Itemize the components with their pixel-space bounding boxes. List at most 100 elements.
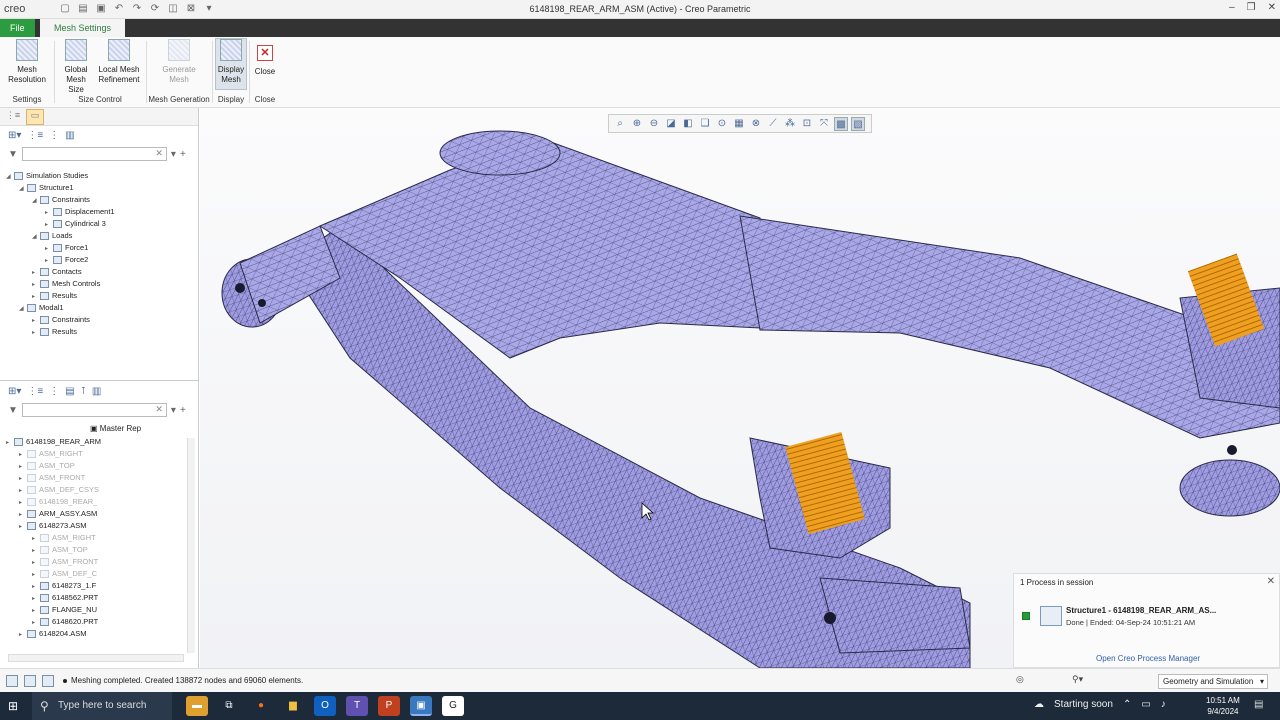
generate-mesh-button[interactable]: Generate Mesh (156, 39, 202, 85)
tree-item[interactable]: ▸ ARM_ASSY.ASM (19, 508, 97, 520)
regenerate-status-icon[interactable]: ◎ (1016, 674, 1024, 685)
expand-icon[interactable]: ◢ (6, 171, 14, 183)
repaint-icon[interactable]: ◪ (664, 117, 678, 131)
open-process-manager-link[interactable]: Open Creo Process Manager (1096, 654, 1200, 663)
tree-item[interactable]: ▸ ASM_DEF_C (32, 568, 97, 580)
columns-icon[interactable]: ▥ (65, 130, 74, 141)
planes-icon[interactable]: ⟋ (766, 117, 780, 131)
tree-item[interactable]: ▸ 6148273.ASM (19, 520, 87, 532)
show-icon[interactable]: ⋮ (49, 130, 59, 141)
close-button[interactable]: ✕ Close (252, 39, 278, 77)
toggle-navigator-icon[interactable] (6, 675, 18, 687)
browser-icon[interactable] (24, 675, 36, 687)
collapse-icon[interactable]: ▸ (19, 521, 27, 533)
zoom-in-icon[interactable]: ⊕ (630, 117, 644, 131)
axes-icon[interactable]: ⁂ (783, 117, 797, 131)
tab-model-tree-icon[interactable]: ⋮≡ (4, 110, 22, 126)
tree-item[interactable]: ▸ 6148204.ASM (19, 628, 87, 640)
firefox-icon[interactable]: ● (250, 696, 272, 716)
tree-item[interactable]: ▸ 6148273_1.F (32, 580, 96, 592)
saved-orientations-icon[interactable]: ❏ (698, 117, 712, 131)
tree-item[interactable]: ▸ Mesh Controls (32, 278, 100, 290)
show-icon[interactable]: ⋮ (49, 386, 59, 397)
tree-item[interactable]: ◢ Constraints (32, 194, 90, 206)
taskbar-clock[interactable]: 10:51 AM 9/4/2024 (1206, 695, 1240, 717)
volume-icon[interactable]: ♪ (1161, 699, 1166, 710)
tree-item[interactable]: ▸ Results (32, 290, 77, 302)
network-icon[interactable]: ▭ (1141, 699, 1150, 710)
tree-settings-icon[interactable]: ⋮≡ (27, 386, 43, 397)
tree-item[interactable]: ▸ FLANGE_NU (32, 604, 97, 616)
dropdown-icon[interactable]: ▾ (171, 149, 176, 160)
expand-icon[interactable]: ◢ (19, 183, 27, 195)
tree-item[interactable]: ▸ 6148562.PRT (32, 592, 98, 604)
model-tree-horizontal-scrollbar[interactable] (8, 654, 184, 662)
add-icon[interactable]: + (180, 405, 186, 416)
csys-icon[interactable]: ⤧ (817, 117, 831, 131)
tree-item[interactable]: ▸ ASM_RIGHT (19, 448, 83, 460)
taskbar-search-input[interactable]: ⚲ Type here to search (32, 692, 172, 720)
work-app-icon[interactable]: ▬ (186, 696, 208, 716)
sim-tree-icon[interactable]: ⊞▾ (8, 130, 21, 141)
model-tree-search-input[interactable]: ✕ (21, 403, 167, 417)
refit-icon[interactable]: ⌕ (613, 117, 627, 131)
tree-item[interactable]: ▸ ASM_TOP (32, 544, 88, 556)
weather-text[interactable]: Starting soon (1054, 699, 1113, 710)
datum-display-icon[interactable]: ⊗ (749, 117, 763, 131)
collapse-icon[interactable]: ▸ (32, 327, 40, 339)
tree-item[interactable]: ▸ Results (32, 326, 77, 338)
tree-item[interactable]: ▸ ASM_RIGHT (32, 532, 96, 544)
outlook-icon[interactable]: O (314, 696, 336, 716)
add-icon[interactable]: + (180, 149, 186, 160)
tree-item[interactable]: ▸ ASM_FRONT (19, 472, 85, 484)
selection-filter-icon[interactable]: ⚲▾ (1072, 674, 1083, 685)
tree-item[interactable]: ▸ ASM_TOP (19, 460, 75, 472)
expand-icon[interactable]: ◢ (19, 303, 27, 315)
view-manager-icon[interactable]: ⊙ (715, 117, 729, 131)
collapse-icon[interactable]: ▸ (19, 629, 27, 641)
tree-item[interactable]: ▸ Force1 (45, 242, 88, 254)
restore-icon[interactable]: ❐ (1247, 2, 1256, 13)
local-mesh-refinement-button[interactable]: Local Mesh Refinement (96, 39, 142, 85)
dropdown-icon[interactable]: ▾ (171, 405, 176, 416)
zoom-out-icon[interactable]: ⊖ (647, 117, 661, 131)
filter-tree-icon[interactable]: ⊺ (81, 386, 86, 397)
tree-item[interactable]: ▸ Cylindrical 3 (45, 218, 106, 230)
tree-item[interactable]: ◢ Structure1 (19, 182, 74, 194)
clear-icon[interactable]: ✕ (155, 148, 163, 159)
tree-filter-icon[interactable]: ⋮≡ (27, 130, 43, 141)
tray-chevron-icon[interactable]: ⌃ (1123, 699, 1131, 710)
tab-mesh-settings[interactable]: Mesh Settings (40, 19, 126, 37)
process-panel-close-icon[interactable]: ✕ (1267, 576, 1275, 587)
full-screen-icon[interactable] (42, 675, 54, 687)
model-tree-vertical-scrollbar[interactable] (187, 438, 195, 653)
annotation-display-icon[interactable]: ▧ (851, 116, 865, 131)
global-mesh-size-button[interactable]: Global Mesh Size (58, 39, 94, 95)
minimize-icon[interactable]: – (1229, 2, 1235, 13)
tab-folder-icon[interactable]: ▭ (26, 109, 44, 125)
teams-icon[interactable]: T (346, 696, 368, 716)
sim-tree-search-input[interactable]: ✕ (21, 147, 167, 161)
tree-item[interactable]: ◢ Modal1 (19, 302, 64, 314)
layers-icon[interactable]: ▤ (65, 386, 74, 397)
perspective-icon[interactable]: ▦ (732, 117, 746, 131)
display-style-icon[interactable]: ◧ (681, 117, 695, 131)
columns-icon[interactable]: ▥ (92, 386, 101, 397)
tree-item[interactable]: ▸ ASM_DEF_CSYS (19, 484, 99, 496)
tab-file[interactable]: File (0, 19, 35, 37)
powerpoint-icon[interactable]: P (378, 696, 400, 716)
process-check-icon[interactable] (1022, 612, 1030, 620)
task-view-icon[interactable]: ⧉ (218, 696, 240, 716)
file-explorer-icon[interactable]: ▆ (282, 696, 304, 716)
tree-item[interactable]: ▸ Force2 (45, 254, 88, 266)
tree-item[interactable]: ◢ Simulation Studies (6, 170, 88, 182)
close-icon[interactable]: ✕ (1268, 2, 1276, 13)
points-icon[interactable]: ⊡ (800, 117, 814, 131)
mesh-resolution-button[interactable]: Mesh Resolution (4, 39, 50, 85)
weather-icon[interactable]: ☁ (1034, 699, 1044, 710)
tree-item[interactable]: ▸ 6148620.PRT (32, 616, 98, 628)
windows-start-icon[interactable]: ⊞ (8, 699, 22, 713)
simulation-display-icon[interactable]: ▩ (834, 116, 848, 131)
creo-taskbar-icon[interactable]: ▣ (410, 696, 432, 716)
tree-item[interactable]: ▸ Contacts (32, 266, 82, 278)
